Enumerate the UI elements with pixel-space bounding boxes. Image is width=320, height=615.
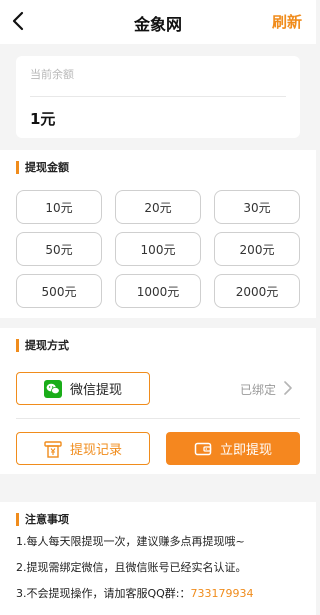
- balance-label: 当前余额: [30, 68, 74, 81]
- amount-option-30[interactable]: 30元: [214, 190, 300, 224]
- withdraw-now-label: 立即提现: [219, 443, 272, 458]
- section-header: 提现方式: [16, 338, 69, 352]
- section-title-notice: 注意事项: [25, 513, 69, 526]
- amount-option-1000[interactable]: 1000元: [115, 274, 201, 308]
- notice-item: 2.提现需绑定微信，且微信账号已经实名认证。: [16, 561, 247, 574]
- withdraw-now-button[interactable]: 立即提现: [166, 432, 300, 465]
- amount-option-2000[interactable]: 2000元: [214, 274, 300, 308]
- balance-value: 1元: [30, 110, 56, 128]
- notice-item-text: 3.不会提现操作，请加客服QQ群:：: [16, 587, 191, 600]
- amount-option-10[interactable]: 10元: [16, 190, 102, 224]
- section-marker: [16, 338, 19, 352]
- top-bar: 金象网 刷新: [0, 0, 316, 44]
- amount-option-50[interactable]: 50元: [16, 232, 102, 266]
- section-header: 注意事项: [16, 512, 69, 526]
- balance-card: 当前余额 1元: [16, 56, 300, 138]
- qq-group-number[interactable]: 733179934: [191, 587, 254, 600]
- divider: [16, 418, 300, 419]
- notice-section: 注意事项 1.每人每天限提现一次，建议赚多点再提现哦~ 2.提现需绑定微信，且微…: [0, 502, 316, 615]
- wallet-icon: [194, 442, 212, 455]
- refresh-button[interactable]: 刷新: [272, 11, 302, 32]
- section-marker: [16, 160, 19, 174]
- wechat-withdraw-label: 微信提现: [69, 383, 122, 398]
- divider: [30, 96, 286, 97]
- amount-option-100[interactable]: 100元: [115, 232, 201, 266]
- section-marker: [16, 512, 19, 526]
- wechat-withdraw-button[interactable]: 微信提现: [16, 372, 150, 405]
- amount-option-200[interactable]: 200元: [214, 232, 300, 266]
- section-title-method: 提现方式: [25, 339, 69, 352]
- method-section: 提现方式 微信提现 已绑定 提现记录 立即提现: [0, 328, 316, 474]
- wechat-icon: [43, 379, 62, 398]
- section-header: 提现金额: [16, 160, 69, 174]
- page-title: 金象网: [133, 15, 182, 34]
- notice-item: 3.不会提现操作，请加客服QQ群:：733179934: [16, 585, 254, 601]
- withdraw-record-label: 提现记录: [69, 443, 122, 458]
- notice-item: 1.每人每天限提现一次，建议赚多点再提现哦~: [16, 535, 245, 548]
- receipt-icon: [44, 440, 62, 458]
- amount-option-20[interactable]: 20元: [115, 190, 201, 224]
- bound-status: 已绑定: [239, 383, 276, 397]
- withdraw-record-button[interactable]: 提现记录: [16, 432, 150, 465]
- chevron-right-icon[interactable]: [282, 380, 294, 396]
- section-title-amount: 提现金额: [25, 161, 69, 174]
- amount-option-500[interactable]: 500元: [16, 274, 102, 308]
- amount-section: 提现金额 10元 20元 30元 50元 100元 200元 500元 1000…: [0, 150, 316, 318]
